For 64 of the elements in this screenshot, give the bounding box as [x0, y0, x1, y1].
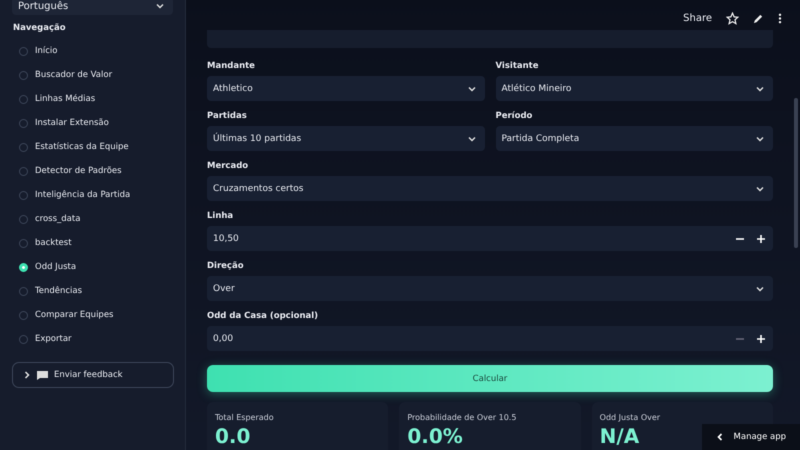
- field-label: Período: [496, 110, 534, 123]
- field-label: Mercado: [207, 160, 250, 173]
- nav-label: Buscador de Valor: [35, 70, 112, 80]
- number-field[interactable]: 0,00: [207, 326, 773, 351]
- nav-label: Detector de Padrões: [35, 166, 122, 176]
- nav-label: Linhas Médias: [35, 94, 96, 104]
- nav-title: Navegação: [13, 23, 67, 33]
- nav-radio-item[interactable]: Início: [12, 39, 173, 63]
- plus-icon[interactable]: [757, 334, 765, 342]
- select-field[interactable]: Cruzamentos certos: [207, 176, 773, 201]
- more-icon[interactable]: [778, 12, 782, 24]
- metric-value: 0.0: [215, 424, 250, 448]
- nav-label: Odd Justa: [35, 262, 76, 272]
- nav-label: backtest: [35, 238, 72, 248]
- manage-app-button[interactable]: Manage app: [702, 424, 800, 450]
- chevron-right-icon: [23, 370, 31, 380]
- language-select[interactable]: Português: [12, 0, 173, 15]
- nav-radio-item[interactable]: Instalar Extensão: [12, 111, 173, 135]
- metric-value: N/A: [600, 424, 640, 448]
- nav-label: Inteligência da Partida: [35, 190, 130, 200]
- nav-radio-item[interactable]: backtest: [12, 231, 173, 255]
- metric-label: Total Esperado: [215, 413, 275, 422]
- nav-label: Exportar: [35, 334, 72, 344]
- field-label: Visitante: [496, 60, 540, 73]
- field-label: Mandante: [207, 60, 256, 73]
- select-field[interactable]: Últimas 10 partidas: [207, 126, 484, 151]
- nav-radio-item[interactable]: Comparar Equipes: [12, 303, 173, 327]
- nav-label: cross_data: [35, 214, 80, 224]
- chevron-down-icon: [155, 1, 165, 11]
- nav-radio-item[interactable]: Odd Justa: [12, 255, 173, 279]
- pencil-icon[interactable]: [753, 12, 764, 24]
- nav-radio-item[interactable]: Inteligência da Partida: [12, 183, 173, 207]
- nav-radio-item[interactable]: Tendências: [12, 279, 173, 303]
- select-field[interactable]: Over: [207, 276, 773, 301]
- nav-radio-item[interactable]: Buscador de Valor: [12, 63, 173, 87]
- number-field[interactable]: 10,50: [207, 226, 773, 251]
- share-link[interactable]: Share: [683, 12, 712, 24]
- metric-value: 0.0%: [407, 424, 463, 448]
- nav-radio-item[interactable]: cross_data: [12, 207, 173, 231]
- scrollbar[interactable]: [794, 98, 798, 248]
- field-label: Direção: [207, 260, 245, 273]
- nav-label: Comparar Equipes: [35, 310, 114, 320]
- metric-label: Odd Justa Over: [600, 413, 662, 422]
- chat-icon: [37, 370, 48, 380]
- nav-radio-item[interactable]: Estatísticas da Equipe: [12, 135, 173, 159]
- metric-label: Probabilidade de Over 10.5: [407, 413, 518, 422]
- nav-radio-item[interactable]: Linhas Médias: [12, 87, 173, 111]
- select-field[interactable]: Atlético Mineiro: [496, 76, 773, 101]
- nav-label: Estatísticas da Equipe: [35, 142, 129, 152]
- star-icon[interactable]: [726, 12, 739, 24]
- nav-label: Tendências: [35, 286, 82, 296]
- chevron-left-icon: [716, 432, 724, 442]
- feedback-button[interactable]: Enviar feedback: [12, 362, 174, 388]
- select-field[interactable]: Athletico: [207, 76, 484, 101]
- field-label: Linha: [207, 210, 234, 223]
- field-label: Odd da Casa (opcional): [207, 310, 320, 323]
- field-label: Partidas: [207, 110, 248, 123]
- nav-label: Instalar Extensão: [35, 118, 109, 128]
- nav-label: Início: [35, 46, 58, 56]
- plus-icon[interactable]: [757, 234, 765, 242]
- select-field[interactable]: Partida Completa: [496, 126, 773, 151]
- calculate-button[interactable]: Calcular: [207, 365, 773, 392]
- nav-radio-item[interactable]: Exportar: [12, 327, 173, 351]
- nav-radio-item[interactable]: Detector de Padrões: [12, 159, 173, 183]
